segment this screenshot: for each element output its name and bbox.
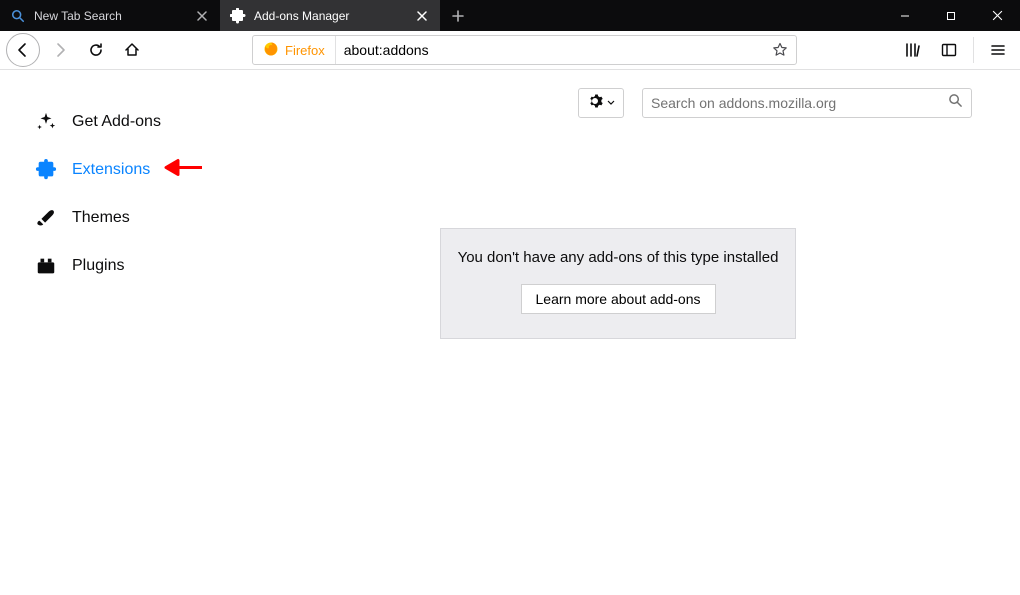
paintbrush-icon bbox=[34, 206, 58, 230]
learn-more-label: Learn more about add-ons bbox=[536, 291, 701, 307]
sidebar-item-themes[interactable]: Themes bbox=[34, 194, 240, 242]
tab-label: Add-ons Manager bbox=[254, 9, 406, 23]
maximize-button[interactable] bbox=[928, 0, 974, 31]
sidebar-item-plugins[interactable]: Plugins bbox=[34, 242, 240, 290]
tools-menu-button[interactable] bbox=[578, 88, 624, 118]
toolbar-separator bbox=[973, 37, 974, 63]
toolbar-right bbox=[897, 34, 1014, 66]
sidebar-item-label: Get Add-ons bbox=[72, 113, 161, 131]
reload-button[interactable] bbox=[80, 34, 112, 66]
tabstrip-spacer bbox=[476, 0, 882, 31]
bookmark-star-button[interactable] bbox=[764, 42, 796, 58]
window-controls bbox=[882, 0, 1020, 31]
navigation-toolbar: Firefox bbox=[0, 31, 1020, 70]
close-icon[interactable] bbox=[194, 8, 210, 24]
empty-message: You don't have any add-ons of this type … bbox=[457, 249, 779, 266]
tab-new-tab-search[interactable]: New Tab Search bbox=[0, 0, 220, 31]
addons-content: Get Add-ons Extensions Themes Plugins bbox=[0, 70, 1020, 595]
minimize-button[interactable] bbox=[882, 0, 928, 31]
search-icon bbox=[10, 8, 26, 24]
sidebar-button[interactable] bbox=[933, 34, 965, 66]
main-panel: You don't have any add-ons of this type … bbox=[240, 70, 1020, 595]
sparkle-icon bbox=[34, 110, 58, 134]
close-window-button[interactable] bbox=[974, 0, 1020, 31]
tab-label: New Tab Search bbox=[34, 9, 186, 23]
empty-state-panel: You don't have any add-ons of this type … bbox=[440, 228, 796, 339]
new-tab-button[interactable] bbox=[440, 0, 476, 31]
sidebar-item-label: Themes bbox=[72, 209, 130, 227]
home-button[interactable] bbox=[116, 34, 148, 66]
firefox-icon bbox=[263, 41, 279, 60]
puzzle-icon bbox=[34, 158, 58, 182]
sidebar-item-extensions[interactable]: Extensions bbox=[34, 146, 240, 194]
sidebar-item-get-addons[interactable]: Get Add-ons bbox=[34, 98, 240, 146]
identity-box[interactable]: Firefox bbox=[253, 36, 336, 64]
search-icon[interactable] bbox=[948, 93, 963, 113]
identity-label: Firefox bbox=[285, 43, 325, 58]
close-icon[interactable] bbox=[414, 8, 430, 24]
gear-icon bbox=[587, 93, 603, 114]
learn-more-button[interactable]: Learn more about add-ons bbox=[521, 284, 716, 314]
forward-button[interactable] bbox=[44, 34, 76, 66]
addon-search-box[interactable] bbox=[642, 88, 972, 118]
main-toolbar bbox=[240, 88, 972, 118]
sidebar-item-label: Plugins bbox=[72, 257, 124, 275]
plugin-icon bbox=[34, 254, 58, 278]
tab-addons-manager[interactable]: Add-ons Manager bbox=[220, 0, 440, 31]
tab-strip: New Tab Search Add-ons Manager bbox=[0, 0, 1020, 31]
url-input[interactable] bbox=[336, 42, 764, 58]
pointer-arrow-icon bbox=[164, 158, 202, 183]
dropdown-caret-icon bbox=[607, 94, 615, 112]
url-bar[interactable]: Firefox bbox=[252, 35, 797, 65]
library-button[interactable] bbox=[897, 34, 929, 66]
puzzle-icon bbox=[230, 8, 246, 24]
category-sidebar: Get Add-ons Extensions Themes Plugins bbox=[0, 70, 240, 595]
app-menu-button[interactable] bbox=[982, 34, 1014, 66]
sidebar-item-label: Extensions bbox=[72, 161, 150, 179]
back-button[interactable] bbox=[6, 33, 40, 67]
addon-search-input[interactable] bbox=[651, 95, 948, 111]
